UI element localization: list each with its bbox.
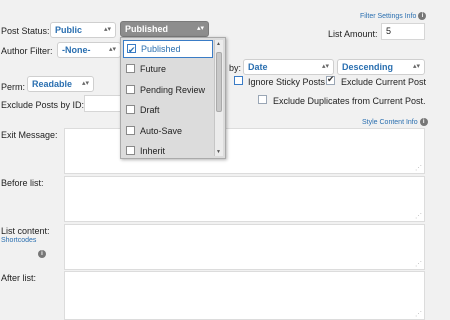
perm-select[interactable]: Readable ▴▾ [27, 76, 94, 92]
ignore-sticky-checkbox[interactable] [234, 76, 243, 85]
author-filter-value: -None- [62, 45, 91, 55]
status-option-label: Pending Review [140, 85, 206, 95]
scroll-down-icon[interactable]: ▼ [216, 149, 221, 155]
before-list-label: Before list: [1, 178, 44, 188]
perm-label: Perm: [1, 82, 26, 92]
scroll-up-icon[interactable]: ▲ [216, 41, 221, 47]
info-icon[interactable]: i [38, 249, 46, 258]
style-content-link[interactable]: Style Content Info [362, 119, 418, 126]
chevron-updown-icon: ▴▾ [103, 26, 111, 33]
status-option-label: Inherit [140, 146, 166, 156]
list-content-textarea[interactable]: ⋰ [64, 224, 425, 270]
checkbox-icon[interactable] [126, 126, 135, 135]
checkbox-icon[interactable] [126, 64, 135, 73]
resize-grip-icon[interactable]: ⋰ [415, 310, 422, 318]
order-select[interactable]: Descending ▴▾ [337, 59, 425, 75]
checkmark-icon: ✔ [128, 45, 136, 55]
checkbox-icon[interactable]: ✔ [127, 44, 136, 55]
list-content-label: List content: [1, 226, 50, 236]
status-option[interactable]: ✔ Published [123, 40, 213, 58]
orderby-select[interactable]: Date ▴▾ [243, 59, 334, 75]
info-icon[interactable]: i [419, 117, 428, 126]
filter-settings-info[interactable]: Filter Settings Info i [360, 10, 427, 20]
exclude-current-label: Exclude Current Post [341, 77, 427, 87]
ignore-sticky-label: Ignore Sticky Posts [248, 77, 326, 87]
status-option-label: Draft [140, 105, 160, 115]
resize-grip-icon[interactable]: ⋰ [415, 164, 422, 172]
author-filter-label: Author Filter: [1, 46, 53, 56]
author-filter-select[interactable]: -None- ▴▾ [57, 42, 121, 58]
filter-settings-link[interactable]: Filter Settings Info [360, 13, 416, 20]
exit-message-textarea[interactable]: ⋰ [64, 128, 425, 174]
scrollbar-thumb[interactable] [216, 52, 222, 112]
order-value: Descending [342, 62, 394, 72]
after-list-textarea[interactable]: ⋰ [64, 271, 425, 320]
post-status-value: Public [55, 25, 83, 35]
post-status-label: Post Status: [1, 26, 50, 36]
exclude-duplicates-label: Exclude Duplicates from Current Post. [273, 96, 426, 106]
chevron-updown-icon: ▴▾ [108, 46, 116, 53]
resize-grip-icon[interactable]: ⋰ [415, 260, 422, 268]
post-status-multiselect-value: Published [125, 24, 169, 34]
post-status-multiselect[interactable]: Published ▴▾ [120, 21, 209, 37]
list-content-info[interactable]: i [36, 248, 46, 258]
chevron-updown-icon: ▴▾ [412, 63, 420, 70]
status-option-label: Published [141, 44, 181, 54]
status-option[interactable]: Auto-Save [123, 122, 213, 140]
checkbox-icon[interactable] [126, 146, 135, 155]
orderby-value: Date [248, 62, 268, 72]
status-option[interactable]: Draft [123, 101, 213, 119]
style-content-info[interactable]: Style Content Info i [362, 116, 428, 126]
status-option[interactable]: Future [123, 60, 213, 78]
after-list-label: After list: [1, 273, 37, 283]
exclude-ids-label: Exclude Posts by ID: [1, 100, 85, 110]
chevron-updown-icon: ▴▾ [321, 63, 329, 70]
exclude-duplicates-checkbox[interactable] [258, 95, 267, 104]
checkbox-icon[interactable] [126, 105, 135, 114]
list-amount-label: List Amount: [328, 29, 378, 39]
checkmark-icon: ✔ [327, 74, 335, 84]
order-by-label: by: [229, 63, 242, 73]
list-amount-input[interactable]: 5 [381, 23, 425, 40]
status-option-label: Auto-Save [140, 126, 183, 136]
resize-grip-icon[interactable]: ⋰ [415, 212, 422, 220]
status-option[interactable]: Pending Review [123, 81, 213, 99]
status-option[interactable]: Inherit [123, 142, 213, 157]
exit-message-label: Exit Message: [1, 130, 58, 140]
chevron-updown-icon: ▴▾ [81, 80, 89, 87]
post-status-select[interactable]: Public ▴▾ [50, 22, 116, 38]
shortcodes-link[interactable]: Shortcodes [1, 237, 36, 244]
info-icon[interactable]: i [418, 11, 427, 20]
perm-value: Readable [32, 79, 73, 89]
post-status-dropdown[interactable]: ✔ Published Future Pending Review Draft … [120, 37, 226, 159]
before-list-textarea[interactable]: ⋰ [64, 176, 425, 222]
dropdown-scrollbar[interactable]: ▲ ▼ [214, 40, 223, 156]
exclude-current-checkbox[interactable]: ✔ [326, 74, 335, 85]
exclude-ids-input[interactable] [84, 95, 124, 112]
status-option-label: Future [140, 64, 167, 74]
chevron-updown-icon: ▴▾ [196, 25, 204, 32]
checkbox-icon[interactable] [126, 85, 135, 94]
